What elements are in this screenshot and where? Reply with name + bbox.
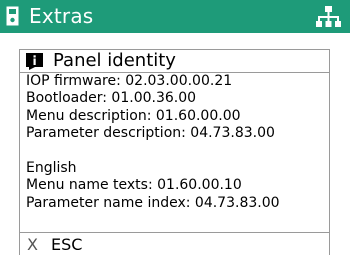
menu-name-texts-line: Menu name texts: 01.60.00.10: [26, 177, 242, 194]
menu-description-line: Menu description: 01.60.00.00: [26, 107, 241, 124]
parameter-name-index-line: Parameter name index: 04.73.83.00: [26, 194, 280, 211]
device-icon: [6, 6, 19, 26]
iop-screen: Extras Panel identity IOP firmware: 02.0…: [0, 0, 350, 261]
esc-label: ESC: [51, 235, 83, 254]
dialog-title: Panel identity: [53, 50, 176, 71]
identity-info-list: IOP firmware: 02.03.00.00.21 Bootloader:…: [26, 73, 326, 212]
page-title: Extras: [29, 4, 94, 28]
esc-softkey[interactable]: X ESC: [20, 232, 329, 257]
info-icon: [26, 53, 43, 70]
panel-identity-dialog: Panel identity IOP firmware: 02.03.00.00…: [19, 49, 330, 255]
title-bar: Extras: [0, 0, 350, 33]
dialog-header: Panel identity: [20, 50, 329, 73]
language-line: English: [26, 159, 77, 176]
x-key-label: X: [27, 235, 38, 254]
network-icon[interactable]: [316, 6, 341, 28]
parameter-description-line: Parameter description: 04.73.83.00: [26, 125, 275, 142]
bootloader-line: Bootloader: 01.00.36.00: [26, 90, 197, 107]
iop-firmware-line: IOP firmware: 02.03.00.00.21: [26, 73, 233, 89]
